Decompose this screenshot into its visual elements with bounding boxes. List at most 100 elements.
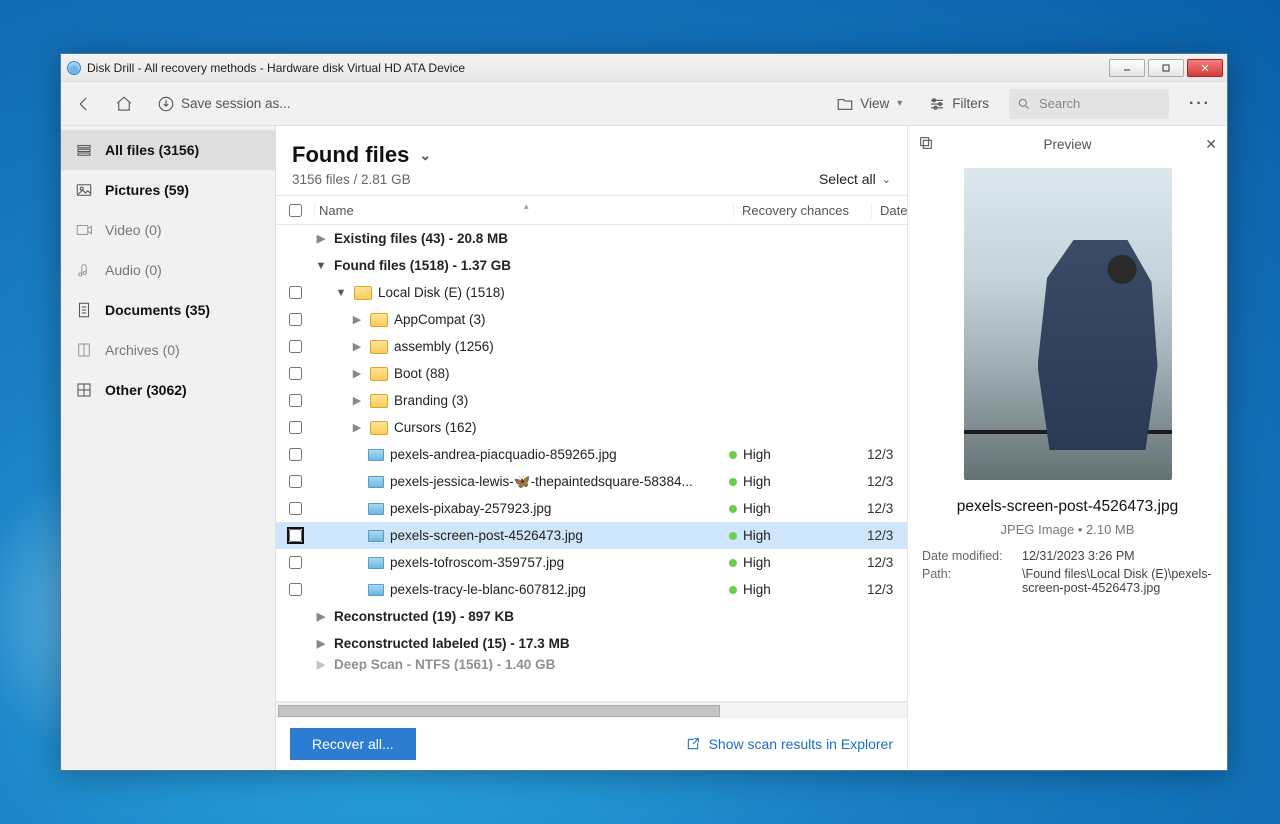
save-session-button[interactable]: Save session as... bbox=[151, 89, 297, 119]
select-all-checkbox[interactable] bbox=[276, 204, 314, 217]
folder-icon bbox=[370, 394, 388, 408]
preview-label: Preview bbox=[1043, 137, 1091, 152]
stack-icon bbox=[75, 141, 93, 159]
file-tree-wrap: ▶Existing files (43) - 20.8 MB ▼ Found fil… bbox=[276, 225, 907, 702]
chevron-down-icon: ▾ bbox=[897, 98, 902, 109]
row-label: Deep Scan - NTFS (1561) - 1.40 GB bbox=[334, 657, 555, 671]
row-checkbox[interactable] bbox=[276, 421, 314, 434]
expand-toggle[interactable]: ▶ bbox=[314, 232, 328, 245]
expand-toggle[interactable]: ▼ bbox=[314, 260, 328, 272]
folder-row[interactable]: ▶ assembly (1256) bbox=[276, 333, 907, 360]
sidebar-item-audio[interactable]: Audio (0) bbox=[61, 250, 275, 290]
chevron-down-icon[interactable]: ⌄ bbox=[419, 147, 431, 164]
file-row[interactable]: pexels-tracy-le-blanc-607812.jpgHigh12/3 bbox=[276, 576, 907, 603]
recovery-chance: High bbox=[729, 582, 867, 597]
row-label: Found files (1518) - 1.37 GB bbox=[334, 258, 511, 273]
filters-button[interactable]: Filters bbox=[922, 89, 995, 119]
recovery-chance: High bbox=[729, 447, 867, 462]
sidebar-item-video[interactable]: Video (0) bbox=[61, 210, 275, 250]
row-checkbox[interactable] bbox=[276, 394, 314, 407]
close-button[interactable] bbox=[1187, 59, 1223, 77]
sidebar-item-label: Video (0) bbox=[105, 222, 162, 238]
expand-toggle[interactable]: ▶ bbox=[350, 367, 364, 380]
row-date: 12/3 bbox=[867, 582, 903, 597]
group-row[interactable]: ▶Existing files (43) - 20.8 MB bbox=[276, 225, 907, 252]
file-tree[interactable]: ▶Existing files (43) - 20.8 MB ▼ Found fil… bbox=[276, 225, 907, 701]
search-placeholder: Search bbox=[1039, 96, 1080, 111]
doc-icon bbox=[75, 301, 93, 319]
maximize-button[interactable] bbox=[1148, 59, 1184, 77]
recover-all-button[interactable]: Recover all... bbox=[290, 728, 416, 760]
row-checkbox[interactable] bbox=[276, 286, 314, 299]
row-checkbox[interactable] bbox=[276, 313, 314, 326]
expand-toggle[interactable]: ▶ bbox=[350, 421, 364, 434]
group-row[interactable]: ▶Reconstructed labeled (15) - 17.3 MB bbox=[276, 630, 907, 657]
file-row[interactable]: pexels-andrea-piacquadio-859265.jpgHigh1… bbox=[276, 441, 907, 468]
row-checkbox[interactable] bbox=[276, 556, 314, 569]
column-date[interactable]: Date bbox=[871, 203, 907, 218]
image-icon bbox=[75, 181, 93, 199]
toolbar: Save session as... View▾ Filters Search … bbox=[61, 82, 1227, 126]
sidebar-item-archives[interactable]: Archives (0) bbox=[61, 330, 275, 370]
file-row[interactable]: pexels-screen-post-4526473.jpgHigh12/3 bbox=[276, 522, 907, 549]
show-in-explorer-link[interactable]: Show scan results in Explorer bbox=[685, 736, 893, 752]
row-checkbox[interactable] bbox=[276, 367, 314, 380]
row-checkbox[interactable] bbox=[276, 340, 314, 353]
preview-filename: pexels-screen-post-4526473.jpg bbox=[957, 498, 1178, 516]
row-checkbox[interactable] bbox=[276, 502, 314, 515]
expand-toggle[interactable]: ▶ bbox=[350, 340, 364, 353]
column-headers: ▴Name Recovery chances Date bbox=[276, 195, 907, 225]
expand-toggle[interactable]: ▼ bbox=[334, 287, 348, 299]
expand-toggle[interactable]: ▶ bbox=[314, 610, 328, 623]
row-label: assembly (1256) bbox=[394, 339, 494, 354]
row-checkbox[interactable] bbox=[276, 448, 314, 461]
content: Found files⌄ 3156 files / 2.81 GB Select… bbox=[276, 126, 1227, 770]
expand-toggle[interactable]: ▶ bbox=[314, 637, 328, 650]
sidebar-item-label: Other (3062) bbox=[105, 382, 187, 398]
save-session-label: Save session as... bbox=[181, 96, 291, 111]
expand-toggle[interactable]: ▶ bbox=[350, 394, 364, 407]
group-row[interactable]: ▶Reconstructed (19) - 897 KB bbox=[276, 603, 907, 630]
copy-icon[interactable] bbox=[918, 135, 934, 154]
more-button[interactable]: ··· bbox=[1183, 91, 1217, 117]
audio-icon bbox=[75, 261, 93, 279]
file-row[interactable]: pexels-pixabay-257923.jpgHigh12/3 bbox=[276, 495, 907, 522]
folder-row[interactable]: ▼Local Disk (E) (1518) bbox=[276, 279, 907, 306]
folder-row[interactable]: ▶Branding (3) bbox=[276, 387, 907, 414]
folder-row[interactable]: ▶Boot (88) bbox=[276, 360, 907, 387]
column-recovery[interactable]: Recovery chances bbox=[733, 203, 871, 218]
group-row[interactable]: ▼ Found files (1518) - 1.37 GB bbox=[276, 252, 907, 279]
group-row[interactable]: ▶ Deep Scan - NTFS (1561) - 1.40 GB bbox=[276, 657, 907, 671]
app-window: Disk Drill - All recovery methods - Hard… bbox=[60, 53, 1228, 771]
horizontal-scrollbar[interactable] bbox=[276, 702, 907, 718]
expand-toggle[interactable]: ▶ bbox=[350, 313, 364, 326]
view-button[interactable]: View▾ bbox=[830, 89, 908, 119]
expand-toggle[interactable]: ▶ bbox=[314, 658, 328, 671]
window-controls bbox=[1109, 59, 1223, 77]
sidebar-item-other[interactable]: Other (3062) bbox=[61, 370, 275, 410]
search-input[interactable]: Search bbox=[1009, 89, 1169, 119]
date-modified-key: Date modified: bbox=[922, 549, 1014, 563]
close-preview-button[interactable]: ✕ bbox=[1205, 136, 1217, 153]
sidebar-item-label: Audio (0) bbox=[105, 262, 162, 278]
sidebar-item-documents[interactable]: Documents (35) bbox=[61, 290, 275, 330]
path-key: Path: bbox=[922, 567, 1014, 595]
file-row[interactable]: pexels-tofroscom-359757.jpgHigh12/3 bbox=[276, 549, 907, 576]
back-button[interactable] bbox=[71, 89, 97, 119]
file-row[interactable]: pexels-jessica-lewis-🦋-thepaintedsquare-… bbox=[276, 468, 907, 495]
chevron-down-icon: ⌄ bbox=[882, 173, 891, 186]
column-name[interactable]: ▴Name bbox=[314, 203, 733, 218]
folder-row[interactable]: ▶Cursors (162) bbox=[276, 414, 907, 441]
search-icon bbox=[1017, 97, 1031, 111]
app-icon bbox=[67, 61, 81, 75]
row-checkbox[interactable] bbox=[276, 529, 314, 542]
row-label: pexels-andrea-piacquadio-859265.jpg bbox=[390, 447, 617, 462]
row-checkbox[interactable] bbox=[276, 583, 314, 596]
row-checkbox[interactable] bbox=[276, 475, 314, 488]
home-button[interactable] bbox=[111, 89, 137, 119]
folder-row[interactable]: ▶AppCompat (3) bbox=[276, 306, 907, 333]
sidebar-item-all[interactable]: All files (3156) bbox=[61, 130, 275, 170]
sidebar-item-pictures[interactable]: Pictures (59) bbox=[61, 170, 275, 210]
select-all-button[interactable]: Select all⌄ bbox=[819, 171, 891, 187]
minimize-button[interactable] bbox=[1109, 59, 1145, 77]
